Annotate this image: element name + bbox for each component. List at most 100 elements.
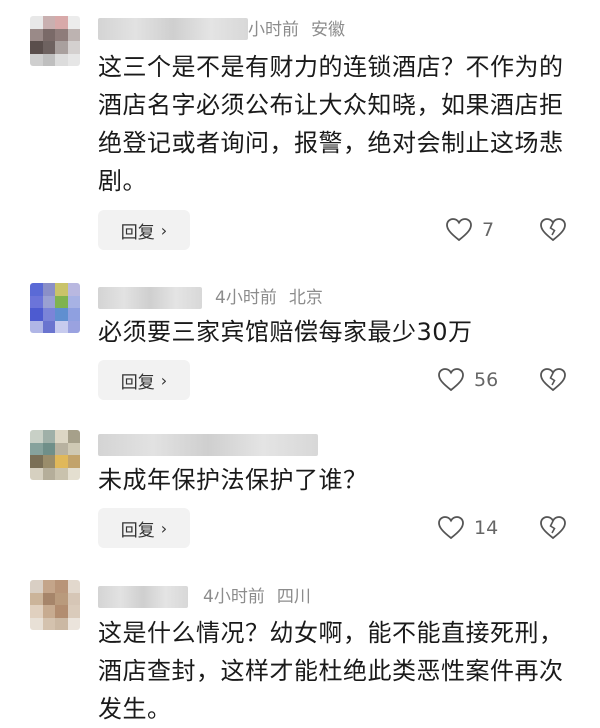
avatar-pixel [55,41,68,54]
reply-button[interactable]: 回复 › [98,508,190,548]
heart-icon [446,218,472,242]
avatar-pixel [67,580,80,593]
avatar-pixel [55,467,68,480]
reply-button[interactable]: 回复 › [98,210,190,250]
avatar-pixel [42,455,55,468]
avatar[interactable] [30,283,80,333]
avatar-pixel [55,617,68,630]
avatar-pixel [55,442,68,455]
avatar-pixel [42,28,55,41]
username-redacted[interactable] [98,287,202,309]
avatar[interactable] [30,16,80,66]
chevron-right-icon: › [160,518,168,538]
avatar-pixel [30,28,43,41]
avatar-pixel [42,592,55,605]
avatar-pixel [30,442,43,455]
avatar-pixel [30,455,43,468]
avatar-pixel [55,308,68,321]
like-button[interactable]: 7 [446,218,494,242]
dislike-button[interactable] [540,368,566,396]
avatar-pixel [67,442,80,455]
avatar-pixel [67,295,80,308]
avatar-pixel [42,430,55,443]
avatar-pixel [55,283,68,296]
avatar-pixel [55,28,68,41]
avatar-pixel [55,295,68,308]
like-count: 14 [474,517,499,539]
avatar-pixel [30,308,43,321]
avatar-pixel [30,320,43,333]
avatar-pixel [67,605,80,618]
avatar-pixel [30,283,43,296]
broken-heart-icon [540,516,566,540]
comment-location: 四川 [276,587,311,607]
avatar-pixel [30,430,43,443]
avatar-pixel [42,283,55,296]
avatar-pixel [42,16,55,29]
avatar-pixel [42,308,55,321]
avatar-pixel [30,592,43,605]
reply-label: 回复 [120,520,155,541]
comment-meta: 4小时前 北京 [215,287,323,309]
comment-text: 这三个是不是有财力的连锁酒店？不作为的酒店名字必须公布让大众知晓，如果酒店拒绝登… [98,53,564,195]
avatar[interactable] [30,430,80,480]
avatar-pixel [55,53,68,66]
avatar-pixel [30,467,43,480]
avatar-pixel [55,592,68,605]
heart-icon [438,368,464,392]
username-redacted[interactable] [98,18,248,40]
avatar-pixel [55,430,68,443]
chevron-right-icon: › [160,370,168,390]
avatar-pixel [55,455,68,468]
avatar-pixel [30,605,43,618]
avatar-pixel [42,320,55,333]
avatar-pixel [67,455,80,468]
dislike-button[interactable] [540,516,566,544]
comment-text: 这是什么情况？幼女啊，能不能直接死刑，酒店查封，这样才能杜绝此类恶性案件再次发生… [98,619,564,723]
comment-time: 4小时前 [215,288,277,308]
heart-icon [438,516,464,540]
avatar-pixel [55,16,68,29]
avatar-pixel [67,308,80,321]
avatar-pixel [42,295,55,308]
avatar[interactable] [30,580,80,630]
avatar-pixel [67,467,80,480]
avatar-pixel [30,295,43,308]
like-count: 56 [474,369,499,391]
avatar-pixel [42,580,55,593]
avatar-pixel [67,16,80,29]
broken-heart-icon [540,368,566,392]
like-button[interactable]: 56 [438,368,498,392]
avatar-pixel [67,283,80,296]
avatar-pixel [55,580,68,593]
avatar-pixel [42,467,55,480]
avatar-pixel [30,41,43,54]
avatar-pixel [67,41,80,54]
comment-meta: 小时前 安徽 [248,19,345,41]
comment-meta: 4小时前 四川 [203,586,311,608]
dislike-button[interactable] [540,218,566,246]
avatar-pixel [30,53,43,66]
avatar-pixel [30,16,43,29]
broken-heart-icon [540,218,566,242]
reply-label: 回复 [120,222,155,243]
avatar-pixel [55,605,68,618]
comment-time: 4小时前 [203,587,265,607]
avatar-pixel [67,430,80,443]
avatar-pixel [67,53,80,66]
avatar-pixel [30,617,43,630]
username-redacted[interactable] [98,434,318,456]
avatar-pixel [55,320,68,333]
like-button[interactable]: 14 [438,516,498,540]
avatar-pixel [42,442,55,455]
comment-meta [330,434,342,456]
avatar-pixel [42,41,55,54]
like-count: 7 [482,219,495,241]
username-redacted[interactable] [98,586,188,608]
reply-label: 回复 [120,372,155,393]
avatar-pixel [42,605,55,618]
avatar-pixel [67,28,80,41]
avatar-pixel [30,580,43,593]
comment-text: 必须要三家宾馆赔偿每家最少30万 [98,318,473,346]
reply-button[interactable]: 回复 › [98,360,190,400]
